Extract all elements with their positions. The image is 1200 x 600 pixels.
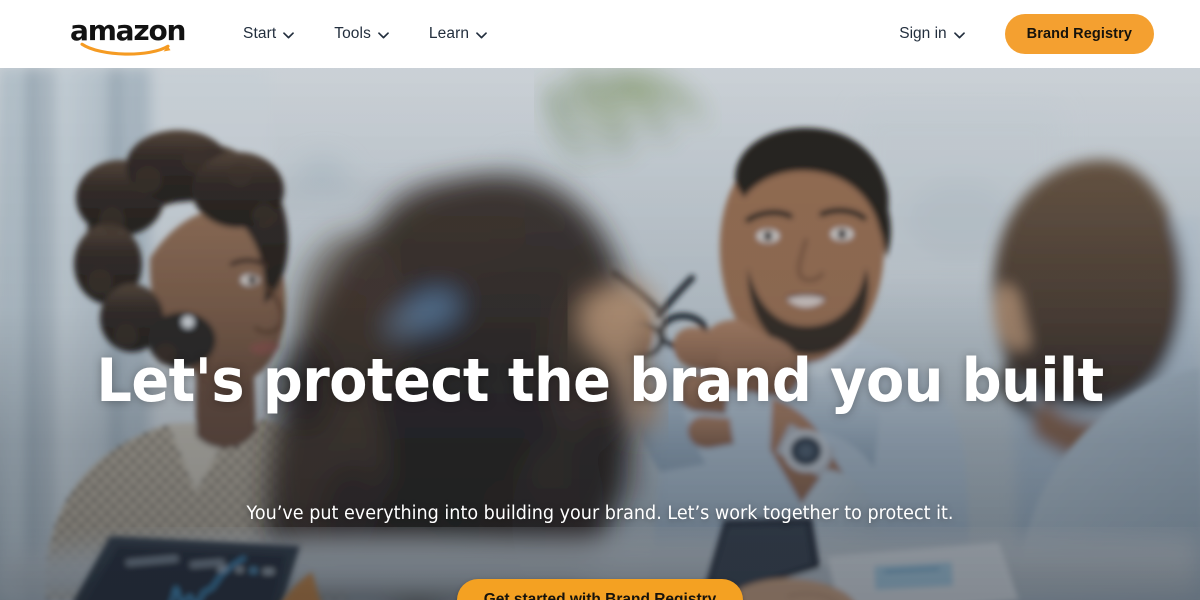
amazon-smile-icon: [80, 42, 171, 56]
primary-nav: Start Tools Learn: [243, 0, 487, 68]
chevron-down-icon: [476, 31, 487, 39]
nav-item-tools[interactable]: Tools: [334, 25, 389, 43]
hero-cta-row: Get started with Brand Registry: [0, 579, 1200, 600]
hero-headline: Let's protect the brand you built: [96, 346, 1104, 416]
brand-registry-button[interactable]: Brand Registry: [1004, 14, 1154, 54]
sign-in-label: Sign in: [899, 25, 947, 42]
nav-item-learn-label: Learn: [428, 25, 470, 42]
nav-item-start[interactable]: Start: [243, 25, 295, 43]
chevron-down-icon: [953, 31, 965, 39]
hero-section: Let's protect the brand you built You’ve…: [0, 68, 1200, 600]
nav-item-start-label: Start: [243, 25, 277, 42]
amazon-logo[interactable]: amazon: [70, 16, 186, 56]
brand-registry-landing-page: amazon Start Tools Learn Sign in Brand R…: [0, 0, 1200, 600]
nav-item-learn[interactable]: Learn: [429, 25, 487, 43]
site-header: amazon Start Tools Learn Sign in Brand R…: [0, 0, 1200, 68]
get-started-button[interactable]: Get started with Brand Registry: [456, 579, 744, 600]
hero-subheadline: You’ve put everything into building your…: [246, 503, 954, 524]
hero-content: Let's protect the brand you built You’ve…: [0, 68, 1200, 600]
chevron-down-icon: [283, 31, 295, 39]
header-actions: Sign in Brand Registry: [899, 0, 1154, 68]
sign-in-menu[interactable]: Sign in: [899, 25, 965, 43]
nav-item-tools-label: Tools: [334, 25, 371, 42]
chevron-down-icon: [378, 31, 389, 39]
